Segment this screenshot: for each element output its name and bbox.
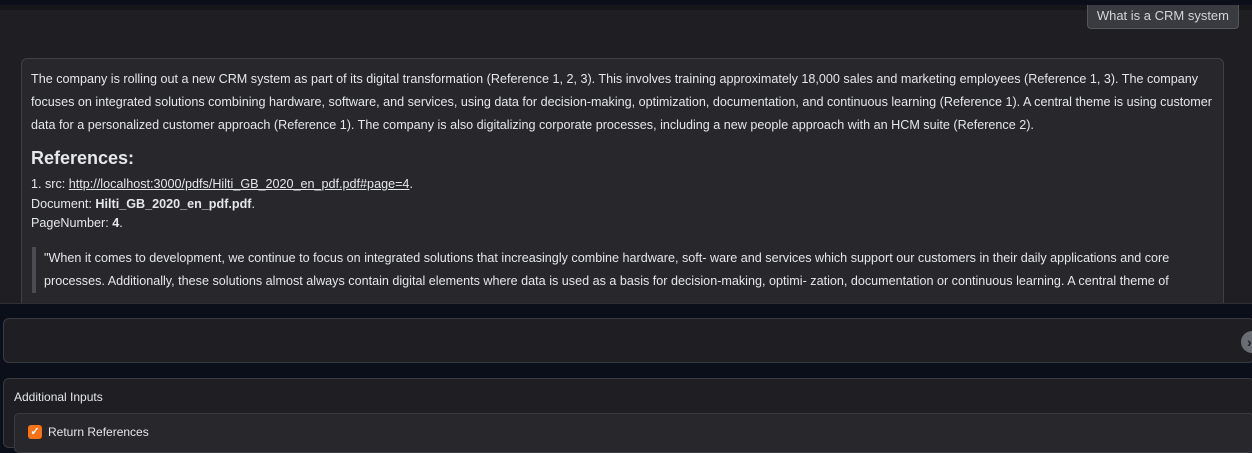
reference-page-suffix: .	[119, 216, 123, 230]
references-heading: References:	[31, 148, 135, 168]
chatbot-top-bar	[0, 5, 1252, 10]
reference-url-suffix: .	[409, 177, 413, 191]
reference-quote: "When it comes to development, we contin…	[32, 246, 1214, 293]
reference-link[interactable]: http://localhost:3000/pdfs/Hilti_GB_2020…	[69, 177, 410, 191]
user-message-bubble: What is a CRM system	[1086, 5, 1239, 29]
reference-source-line: 1. src: http://localhost:3000/pdfs/Hilti…	[31, 175, 1214, 195]
additional-inputs-content: ✓ Return References	[14, 413, 1252, 453]
additional-inputs-panel[interactable]: Additional Inputs ✓ Return References	[3, 378, 1252, 453]
chatbot-panel: What is a CRM system The company is roll…	[0, 5, 1252, 304]
reference-src-prefix: 1. src:	[31, 177, 69, 191]
bot-message-bubble: The company is rolling out a new CRM sys…	[21, 58, 1224, 303]
message-input[interactable]	[4, 319, 1252, 362]
answer-text: The company is rolling out a new CRM sys…	[31, 72, 1212, 132]
reference-page-line: PageNumber: 4.	[31, 214, 1214, 234]
reference-document-line: Document: Hilti_GB_2020_en_pdf.pdf.	[31, 195, 1214, 215]
message-input-container	[3, 318, 1252, 363]
reference-document-name: Hilti_GB_2020_en_pdf.pdf	[95, 196, 252, 211]
additional-inputs-title[interactable]: Additional Inputs	[14, 390, 103, 404]
reference-page-prefix: PageNumber:	[31, 216, 113, 230]
reference-document-suffix: .	[251, 196, 255, 211]
reference-document-prefix: Document:	[31, 196, 96, 211]
